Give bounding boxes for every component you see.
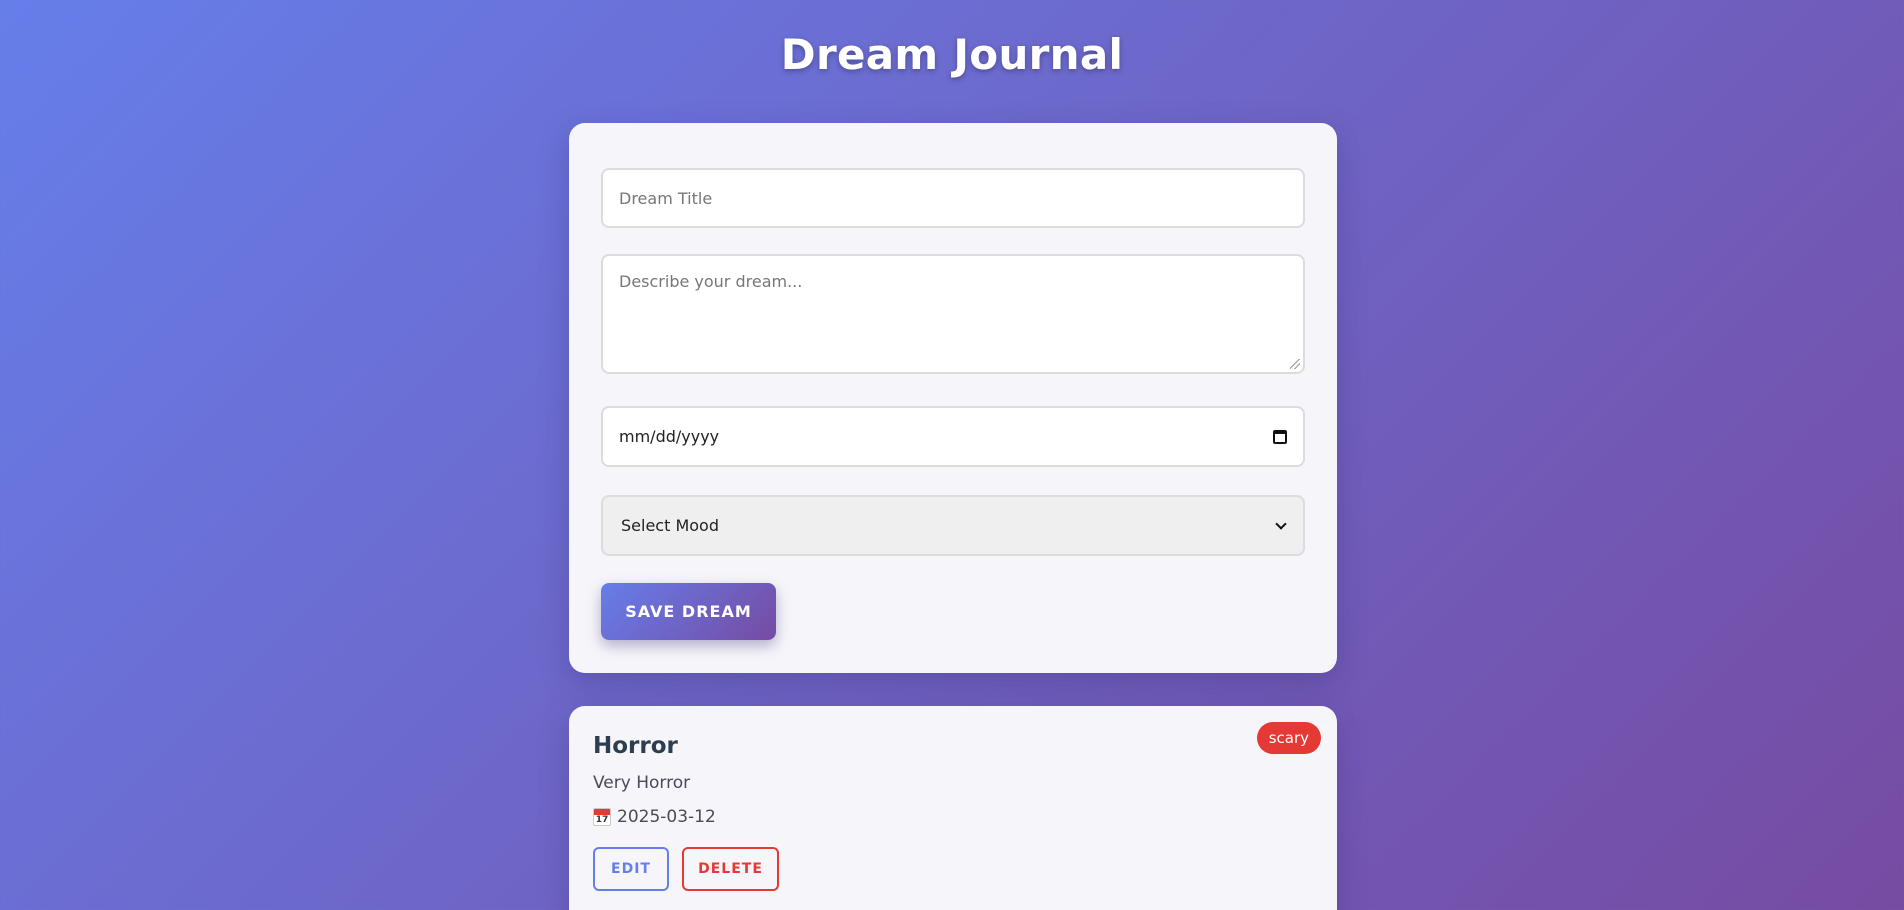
calendar-icon[interactable] [1273,429,1287,444]
dream-form: Dream Title Describe your dream... mm/dd… [569,123,1337,673]
chevron-down-icon [1275,517,1287,530]
entry-title: Horror [593,733,678,759]
save-dream-button[interactable]: SAVE DREAM [601,583,776,640]
dream-description-placeholder: Describe your dream... [619,272,803,291]
dream-description-textarea[interactable]: Describe your dream... [601,254,1305,374]
entry-description: Very Horror [593,773,691,793]
mood-select[interactable]: Select Mood [601,495,1305,556]
mood-select-value: Select Mood [621,516,719,535]
dream-title-input[interactable]: Dream Title [601,168,1305,228]
dream-title-placeholder: Dream Title [619,188,713,208]
calendar-icon [593,808,611,826]
dream-date-input[interactable]: mm/dd/yyyy [601,406,1305,467]
mood-badge: scary [1256,722,1321,754]
entry-date-value: 2025-03-12 [617,807,716,827]
entry-date: 2025-03-12 [593,807,716,827]
edit-button[interactable]: EDIT [593,847,669,891]
page-title: Dream Journal [780,30,1124,79]
date-placeholder: mm/dd/yyyy [619,427,720,446]
delete-button[interactable]: DELETE [682,847,779,891]
resize-grip-icon[interactable] [1290,359,1300,369]
dream-entry-card: Horror scary Very Horror 2025-03-12 EDIT… [569,706,1337,910]
